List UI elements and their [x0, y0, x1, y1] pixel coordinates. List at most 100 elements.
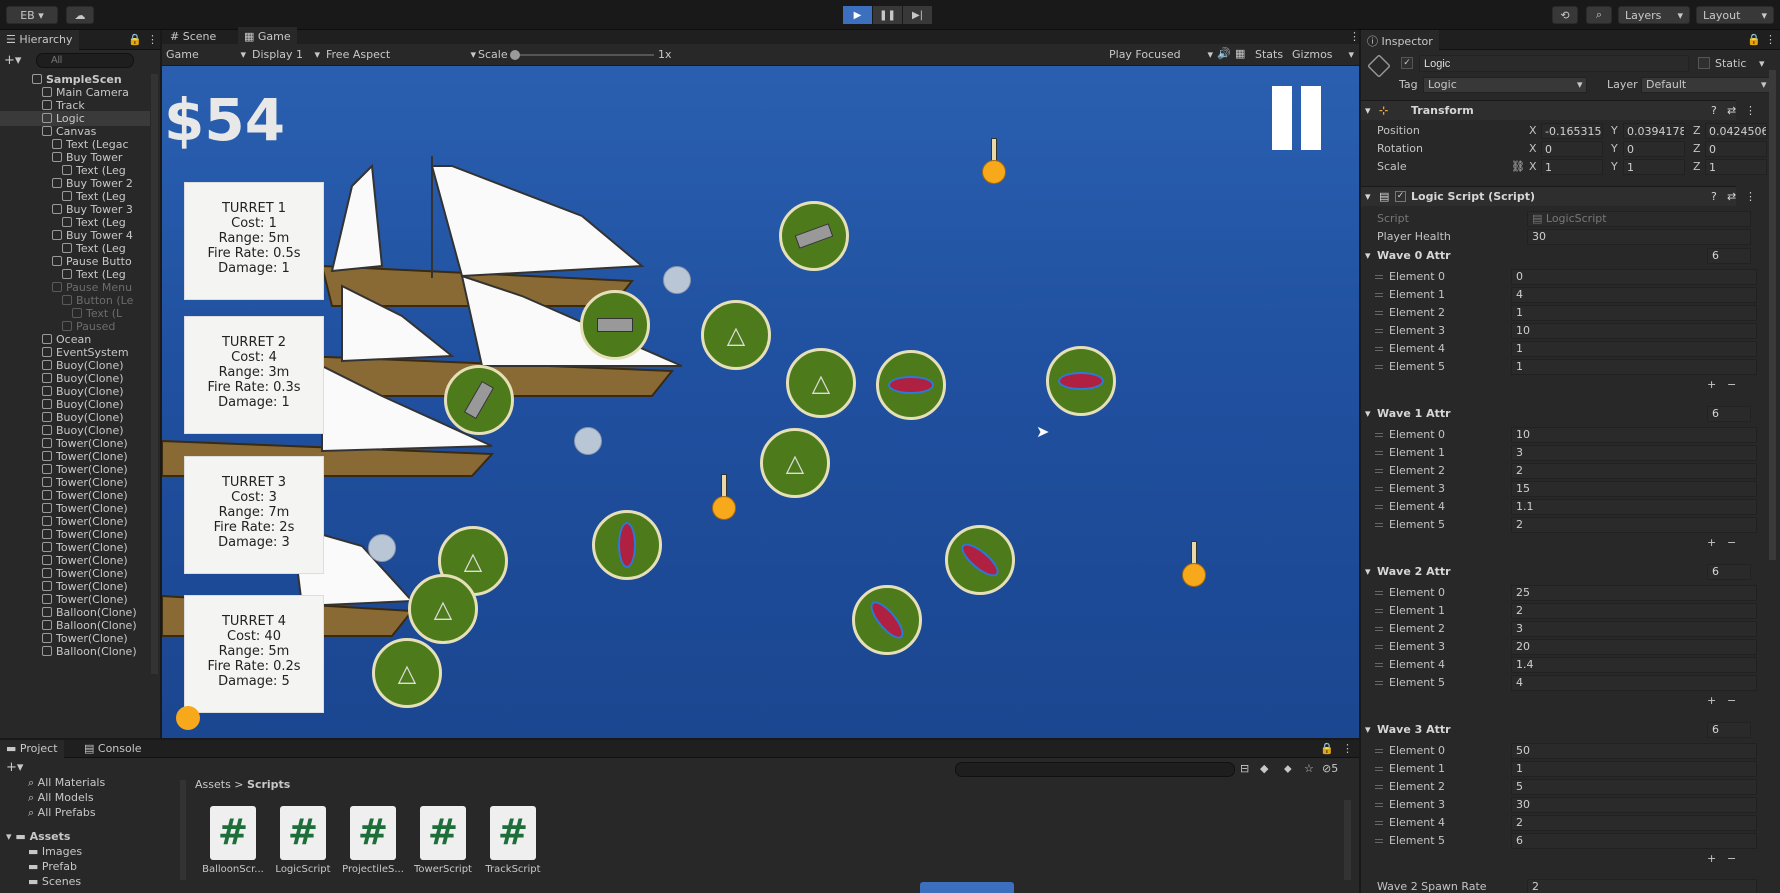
- element-field[interactable]: 1: [1511, 761, 1757, 777]
- project-more-icon[interactable]: ⋮: [1342, 742, 1353, 755]
- wave-3-attr-header[interactable]: ▾ Wave 3 Attr 6: [1361, 720, 1751, 740]
- scale-z[interactable]: Z1: [1693, 159, 1771, 175]
- element-field[interactable]: 1: [1511, 305, 1757, 321]
- tree-images[interactable]: ▬ Images: [28, 845, 82, 858]
- drag-handle[interactable]: [1375, 803, 1383, 807]
- add-element-icon[interactable]: +: [1707, 694, 1716, 707]
- project-search-input[interactable]: [955, 762, 1235, 777]
- tab-project[interactable]: ▬ Project: [0, 740, 64, 758]
- scale-y[interactable]: Y1: [1611, 159, 1689, 175]
- remove-element-icon[interactable]: −: [1727, 378, 1736, 391]
- drag-handle[interactable]: [1375, 487, 1383, 491]
- script-enabled-checkbox[interactable]: ✓: [1395, 191, 1406, 202]
- element-field[interactable]: 1.4: [1511, 657, 1757, 673]
- fish-tower[interactable]: [592, 510, 662, 580]
- turret-2-card[interactable]: TURRET 2 Cost: 4 Range: 3m Fire Rate: 0.…: [184, 316, 324, 434]
- game-view[interactable]: $54 TURRET 1 Cost: 1 Range: 5m Fire Rate…: [162, 66, 1359, 738]
- add-element-icon[interactable]: +: [1707, 536, 1716, 549]
- constrain-proportions-icon[interactable]: ⛓: [1511, 158, 1525, 176]
- help-icon[interactable]: ?: [1711, 101, 1717, 121]
- drag-handle[interactable]: [1375, 681, 1383, 685]
- layout-dropdown[interactable]: Layout ▾: [1696, 6, 1774, 24]
- tab-hierarchy[interactable]: ☰ Hierarchy: [0, 30, 79, 50]
- position-y[interactable]: Y 0.0394178: [1611, 123, 1689, 139]
- element-field[interactable]: 5: [1511, 779, 1757, 795]
- project-lock-icon[interactable]: 🔒: [1320, 742, 1334, 755]
- element-field[interactable]: 50: [1511, 743, 1757, 759]
- object-name-field[interactable]: [1419, 55, 1689, 72]
- rotation-x-field[interactable]: 0: [1541, 141, 1603, 157]
- position-z[interactable]: Z 0.0424506: [1693, 123, 1771, 139]
- cannon-tower[interactable]: [580, 290, 650, 360]
- pyramid-tower[interactable]: △: [786, 348, 856, 418]
- wave-count-field[interactable]: 6: [1707, 722, 1751, 738]
- script-icon[interactable]: #: [350, 806, 396, 860]
- rotation-z[interactable]: Z0: [1693, 141, 1771, 157]
- play-button[interactable]: ▶: [843, 6, 872, 24]
- wave-count-field[interactable]: 6: [1707, 564, 1751, 580]
- tree-prefab[interactable]: ▬ Prefab: [28, 860, 77, 873]
- tree-all-materials[interactable]: ⌕ All Materials: [28, 776, 105, 790]
- breadcrumb-scripts[interactable]: Scripts: [247, 778, 290, 791]
- layer-dropdown[interactable]: Default ▾: [1641, 77, 1771, 93]
- hidden-count-icon[interactable]: ⊘5: [1322, 762, 1338, 775]
- element-field[interactable]: 30: [1511, 797, 1757, 813]
- preset-icon[interactable]: ⇄: [1727, 187, 1736, 207]
- scale-slider-handle[interactable]: [510, 50, 520, 60]
- wave-count-field[interactable]: 6: [1707, 406, 1751, 422]
- inspector-scrollbar[interactable]: [1769, 70, 1776, 560]
- help-icon[interactable]: ?: [1711, 187, 1717, 207]
- add-element-icon[interactable]: +: [1707, 378, 1716, 391]
- stats-button[interactable]: Stats: [1255, 48, 1283, 61]
- fish-tower[interactable]: [876, 350, 946, 420]
- turret-3-card[interactable]: TURRET 3 Cost: 3 Range: 7m Fire Rate: 2s…: [184, 456, 324, 574]
- type-icon[interactable]: ◆: [1260, 762, 1268, 775]
- hierarchy-item[interactable]: Balloon(Clone): [0, 644, 150, 659]
- script-icon[interactable]: #: [420, 806, 466, 860]
- rotation-z-field[interactable]: 0: [1705, 141, 1767, 157]
- wave-count-field[interactable]: 6: [1707, 248, 1751, 264]
- drag-handle[interactable]: [1375, 293, 1383, 297]
- search-icon[interactable]: ⌕: [1586, 6, 1612, 24]
- inspector-lock-icon[interactable]: 🔒: [1747, 33, 1761, 46]
- cannon-tower[interactable]: [779, 201, 849, 271]
- element-field[interactable]: 3: [1511, 621, 1757, 637]
- breadcrumb-assets[interactable]: Assets: [195, 778, 231, 791]
- element-field[interactable]: 25: [1511, 585, 1757, 601]
- element-field[interactable]: 2: [1511, 815, 1757, 831]
- static-dropdown-icon[interactable]: ▾: [1759, 57, 1765, 70]
- position-y-field[interactable]: 0.0394178: [1623, 123, 1685, 139]
- drag-handle[interactable]: [1375, 451, 1383, 455]
- more-icon[interactable]: ⋮: [147, 33, 158, 46]
- hierarchy-search-input[interactable]: [36, 53, 134, 68]
- add-element-icon[interactable]: +: [1707, 852, 1716, 865]
- wave-2-attr-header[interactable]: ▾ Wave 2 Attr 6: [1361, 562, 1751, 582]
- hierarchy-scrollbar[interactable]: [151, 74, 158, 674]
- drag-handle[interactable]: [1375, 749, 1383, 753]
- turret-1-card[interactable]: TURRET 1 Cost: 1 Range: 5m Fire Rate: 0.…: [184, 182, 324, 300]
- wave-2-spawn-field[interactable]: 2: [1527, 879, 1757, 893]
- wave-0-attr-header[interactable]: ▾ Wave 0 Attr 6: [1361, 246, 1751, 266]
- element-field[interactable]: 3: [1511, 445, 1757, 461]
- history-icon[interactable]: ⟲: [1552, 6, 1578, 24]
- drag-handle[interactable]: [1375, 767, 1383, 771]
- element-field[interactable]: 1: [1511, 341, 1757, 357]
- element-field[interactable]: 2: [1511, 463, 1757, 479]
- element-field[interactable]: 4: [1511, 675, 1757, 691]
- grid-icon[interactable]: ▦: [1235, 47, 1245, 60]
- wave-1-attr-header[interactable]: ▾ Wave 1 Attr 6: [1361, 404, 1751, 424]
- game-mode-dropdown[interactable]: Game ▾: [166, 48, 246, 61]
- drag-handle[interactable]: [1375, 365, 1383, 369]
- drag-handle[interactable]: [1375, 591, 1383, 595]
- script-icon[interactable]: #: [490, 806, 536, 860]
- logic-script-header[interactable]: ▾ ▤ ✓ Logic Script (Script) ? ⇄ ⋮: [1361, 186, 1756, 207]
- element-field[interactable]: 0: [1511, 269, 1757, 285]
- element-field[interactable]: 2: [1511, 517, 1757, 533]
- tab-console[interactable]: ▤ Console: [78, 740, 148, 758]
- drag-handle[interactable]: [1375, 347, 1383, 351]
- active-checkbox[interactable]: ✓: [1401, 57, 1413, 69]
- step-button[interactable]: ▶|: [903, 6, 932, 24]
- fish-tower[interactable]: [945, 525, 1015, 595]
- script-icon[interactable]: #: [280, 806, 326, 860]
- aspect-dropdown[interactable]: Free Aspect ▾: [326, 48, 476, 61]
